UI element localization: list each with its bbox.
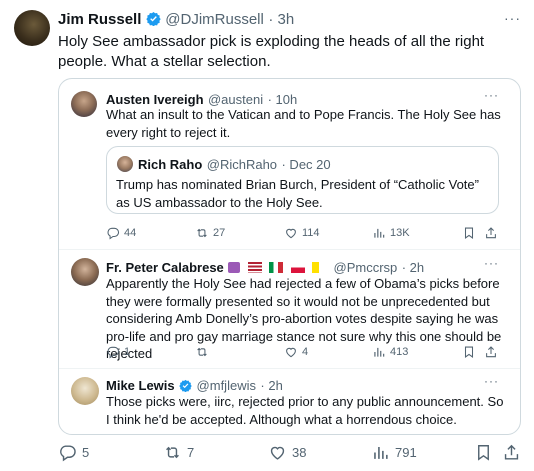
views-button[interactable]: 413 — [372, 345, 408, 359]
avatar — [117, 156, 133, 172]
inner-quote-header: Rich Raho @RichRaho · Dec 20 — [138, 156, 331, 174]
quoted-tweet-text: What an insult to the Vatican and to Pop… — [106, 107, 501, 140]
repost-count: 7 — [187, 445, 195, 460]
bookmark-icon — [462, 345, 476, 359]
author-handle[interactable]: @austeni — [208, 92, 263, 107]
views-icon — [372, 226, 386, 240]
italy-flag-icon — [269, 262, 284, 273]
tweet-time: · Dec 20 — [281, 157, 331, 172]
like-button[interactable]: 38 — [268, 443, 306, 462]
views-count: 413 — [390, 346, 409, 358]
repost-icon — [195, 226, 209, 240]
tweet-time[interactable]: · 2h — [260, 378, 282, 393]
views-button[interactable]: 13K — [372, 226, 410, 240]
reply-icon — [106, 226, 120, 240]
views-icon — [372, 345, 386, 359]
like-icon — [268, 443, 287, 462]
repost-button[interactable]: 7 — [163, 443, 194, 462]
bookmark-button[interactable] — [474, 443, 498, 462]
views-count: 791 — [395, 445, 417, 460]
avatar[interactable] — [71, 258, 99, 286]
author-name[interactable]: Austen Ivereigh — [106, 92, 204, 107]
like-icon — [284, 345, 298, 359]
tweet-time[interactable]: · 2h — [402, 260, 424, 275]
bookmark-icon — [474, 443, 493, 462]
name-emoji-flags — [228, 259, 333, 276]
tweet-time[interactable]: · 3h — [268, 11, 294, 28]
tweet-time[interactable]: · 10h — [268, 92, 298, 107]
divider — [59, 368, 520, 369]
share-icon — [484, 345, 498, 359]
poland-flag-icon — [290, 262, 305, 273]
views-icon — [371, 443, 390, 462]
share-button[interactable] — [484, 345, 502, 359]
reply-count: 1 — [124, 346, 131, 358]
vatican-flag-icon — [312, 262, 327, 273]
like-count: 38 — [292, 445, 307, 460]
reply-icon — [106, 345, 120, 359]
more-options-icon[interactable]: ··· — [484, 374, 499, 388]
avatar[interactable] — [71, 91, 97, 117]
bookmark-button[interactable] — [462, 226, 480, 240]
author-name[interactable]: Fr. Peter Calabrese — [106, 260, 224, 275]
inner-quote-text: Trump has nominated Brian Burch, Preside… — [116, 177, 479, 210]
tweet-header: Jim Russell @DJimRussell · 3h — [58, 11, 294, 29]
author-name: Rich Raho — [138, 157, 203, 172]
views-button[interactable]: 791 — [371, 443, 417, 462]
repost-button[interactable]: 27 — [195, 226, 225, 240]
reply-count: 44 — [124, 227, 137, 239]
avatar[interactable] — [71, 377, 99, 405]
author-handle: @RichRaho — [206, 157, 278, 172]
repost-button[interactable] — [195, 345, 213, 359]
share-button[interactable] — [484, 226, 502, 240]
tweet-text: Holy See ambassador pick is exploding th… — [58, 33, 485, 70]
reply-text: Those picks were, iirc, rejected prior t… — [106, 394, 504, 427]
like-icon — [284, 226, 298, 240]
reply-count: 5 — [82, 445, 90, 460]
avatar[interactable] — [14, 10, 50, 46]
more-options-icon[interactable]: ··· — [504, 10, 521, 26]
cross-emoji-icon — [228, 262, 241, 273]
reply-button[interactable]: 1 — [106, 345, 130, 359]
bookmark-button[interactable] — [462, 345, 480, 359]
more-options-icon[interactable]: ··· — [484, 88, 499, 102]
share-icon — [484, 226, 498, 240]
repost-icon — [163, 443, 182, 462]
share-button[interactable] — [502, 443, 526, 462]
author-name[interactable]: Jim Russell — [58, 11, 141, 28]
bookmark-icon — [462, 226, 476, 240]
more-options-icon[interactable]: ··· — [484, 256, 499, 270]
views-count: 13K — [390, 227, 410, 239]
repost-count: 27 — [213, 227, 226, 239]
like-count: 114 — [302, 227, 320, 239]
divider — [59, 249, 520, 250]
author-handle[interactable]: @Pmccrsp — [334, 260, 398, 275]
author-handle[interactable]: @DJimRussell — [165, 11, 264, 28]
repost-icon — [195, 345, 209, 359]
us-flag-icon — [247, 262, 262, 273]
author-name[interactable]: Mike Lewis — [106, 378, 175, 393]
reply-button[interactable]: 5 — [58, 443, 89, 462]
like-button[interactable]: 4 — [284, 345, 308, 359]
like-button[interactable]: 114 — [284, 226, 320, 240]
author-handle[interactable]: @mfjlewis — [197, 378, 256, 393]
reply-icon — [58, 443, 77, 462]
verified-badge-icon — [146, 11, 161, 26]
reply-button[interactable]: 44 — [106, 226, 136, 240]
like-count: 4 — [302, 346, 309, 358]
share-icon — [502, 443, 521, 462]
verified-badge-icon — [179, 379, 192, 392]
